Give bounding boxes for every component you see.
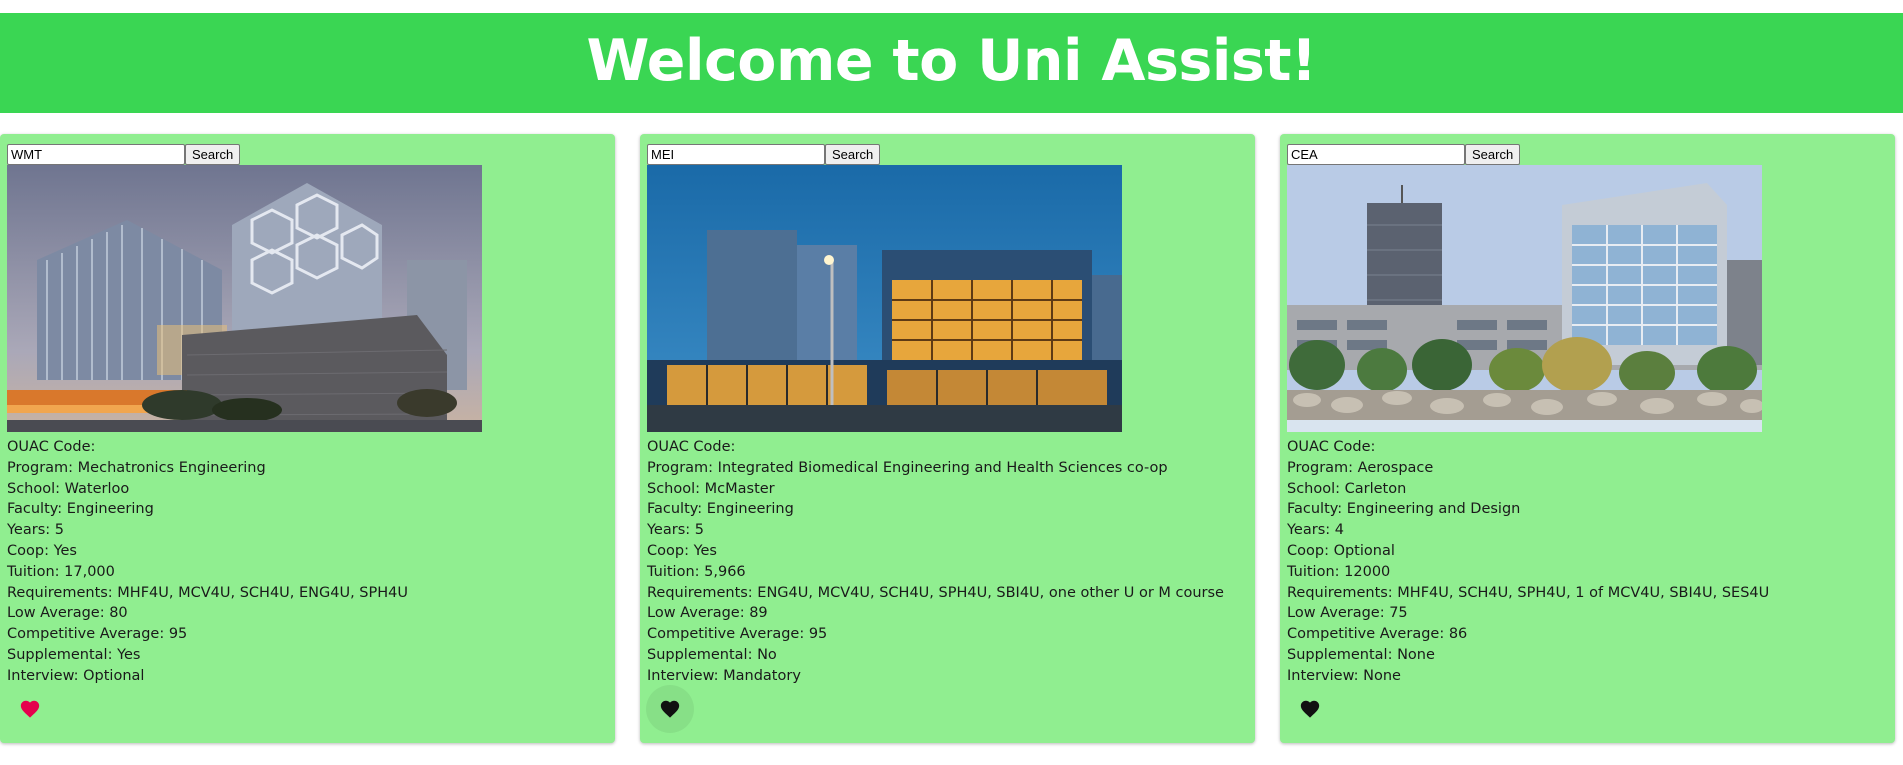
search-bar: Search xyxy=(647,144,881,165)
supplemental: Supplemental: No xyxy=(647,646,777,663)
competitive-average: Competitive Average: 95 xyxy=(647,626,828,643)
low-average: Low Average: 75 xyxy=(1287,605,1408,622)
campus-building-river-photo-icon xyxy=(1287,165,1762,432)
faculty-name: Faculty: Engineering xyxy=(647,501,794,518)
campus-photo xyxy=(647,165,1122,432)
ouac-code: OUAC Code: xyxy=(7,439,96,455)
requirements: Requirements: ENG4U, MCV4U, SCH4U, SPH4U… xyxy=(647,584,1224,601)
program-card: Search xyxy=(1280,134,1895,743)
interview: Interview: Optional xyxy=(7,667,145,684)
heart-icon xyxy=(20,700,40,718)
search-button[interactable]: Search xyxy=(1465,144,1521,165)
faculty-name: Faculty: Engineering and Design xyxy=(1287,501,1521,518)
search-bar: Search xyxy=(1287,144,1521,165)
header-banner: Welcome to Uni Assist! xyxy=(0,13,1903,113)
school-name: School: Waterloo xyxy=(7,480,130,497)
tuition: Tuition: 5,966 xyxy=(647,563,746,580)
page-title: Welcome to Uni Assist! xyxy=(586,28,1317,94)
heart-icon xyxy=(1300,700,1320,718)
supplemental: Supplemental: None xyxy=(1287,646,1435,663)
favorite-button[interactable] xyxy=(646,685,694,733)
interview: Interview: None xyxy=(1287,667,1401,684)
search-button[interactable]: Search xyxy=(825,144,881,165)
requirements: Requirements: MHF4U, MCV4U, SCH4U, ENG4U… xyxy=(7,584,409,601)
campus-photo xyxy=(7,165,482,432)
tuition: Tuition: 12000 xyxy=(1287,563,1391,580)
program-search-input[interactable] xyxy=(1287,144,1465,165)
heart-icon xyxy=(660,700,680,718)
tuition: Tuition: 17,000 xyxy=(7,563,115,580)
competitive-average: Competitive Average: 95 xyxy=(7,626,188,643)
school-name: School: McMaster xyxy=(647,480,775,497)
program-years: Years: 4 xyxy=(1287,522,1344,539)
ouac-code: OUAC Code: xyxy=(647,439,736,455)
program-name: Program: Integrated Biomedical Engineeri… xyxy=(647,459,1168,476)
supplemental: Supplemental: Yes xyxy=(7,646,141,663)
faculty-name: Faculty: Engineering xyxy=(7,501,154,518)
program-search-input[interactable] xyxy=(647,144,825,165)
program-card: Search xyxy=(640,134,1255,743)
program-years: Years: 5 xyxy=(647,522,704,539)
coop-status: Coop: Optional xyxy=(1287,542,1395,559)
coop-status: Coop: Yes xyxy=(647,542,717,559)
interview: Interview: Mandatory xyxy=(647,667,801,684)
low-average: Low Average: 89 xyxy=(647,605,768,622)
program-card: Search xyxy=(0,134,615,743)
favorite-button[interactable] xyxy=(1286,685,1334,733)
program-details: OUAC Code: Program: Mechatronics Enginee… xyxy=(7,437,607,687)
program-search-input[interactable] xyxy=(7,144,185,165)
competitive-average: Competitive Average: 86 xyxy=(1287,626,1468,643)
program-details: OUAC Code: Program: Integrated Biomedica… xyxy=(647,437,1247,687)
program-years: Years: 5 xyxy=(7,522,64,539)
favorite-button[interactable] xyxy=(6,685,54,733)
campus-photo xyxy=(1287,165,1762,432)
search-button[interactable]: Search xyxy=(185,144,241,165)
campus-building-night-glass-photo-icon xyxy=(647,165,1122,432)
search-bar: Search xyxy=(7,144,241,165)
program-name: Program: Aerospace xyxy=(1287,459,1434,476)
school-name: School: Carleton xyxy=(1287,480,1407,497)
coop-status: Coop: Yes xyxy=(7,542,77,559)
requirements: Requirements: MHF4U, SCH4U, SPH4U, 1 of … xyxy=(1287,584,1770,601)
ouac-code: OUAC Code: xyxy=(1287,439,1376,455)
campus-building-glass-hexagon-photo-icon xyxy=(7,165,482,432)
program-details: OUAC Code: Program: Aerospace School: Ca… xyxy=(1287,437,1887,687)
low-average: Low Average: 80 xyxy=(7,605,128,622)
program-name: Program: Mechatronics Engineering xyxy=(7,459,266,476)
